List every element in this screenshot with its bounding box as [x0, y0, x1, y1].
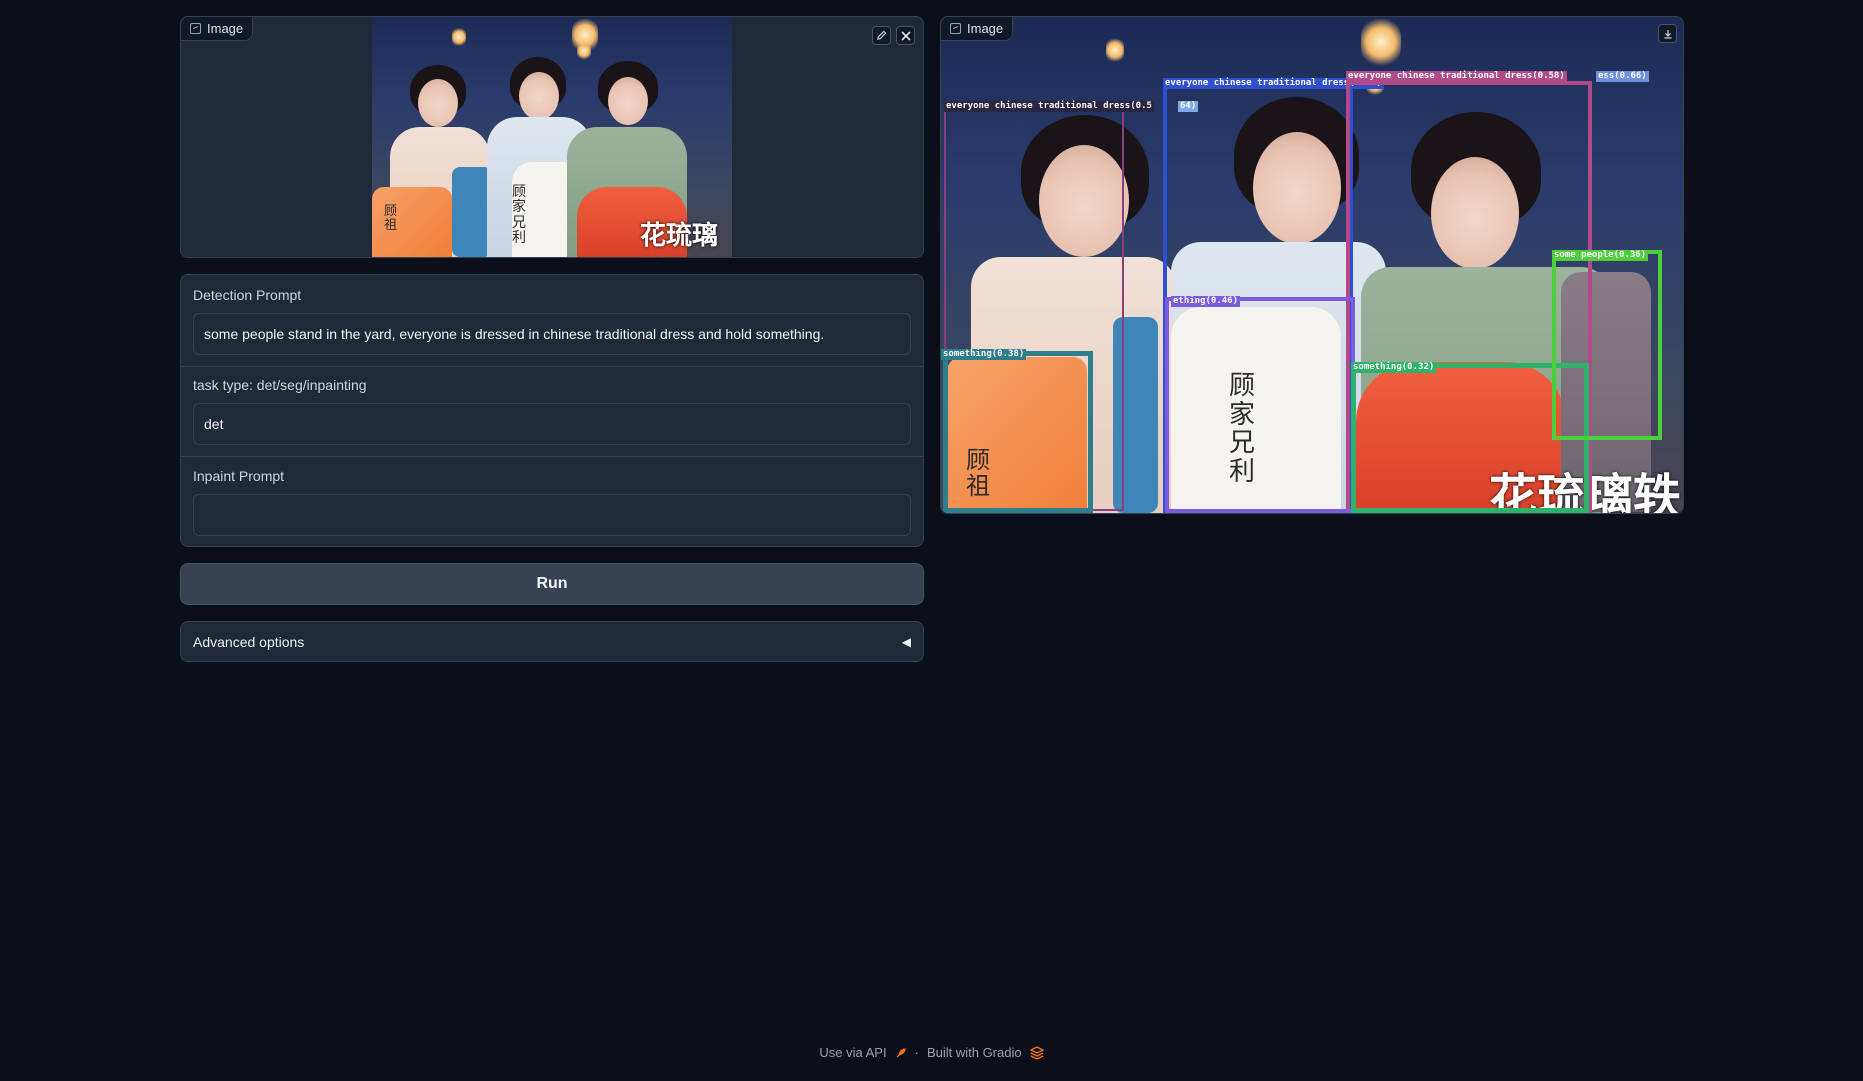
detection-prompt-label: Detection Prompt — [193, 287, 302, 303]
input-image-label: Image — [181, 17, 254, 41]
detection-box-some-people — [1552, 250, 1662, 440]
detection-box-something-middle — [1165, 297, 1355, 513]
watermark: 花琉璃轶 — [640, 221, 719, 251]
edit-button[interactable] — [872, 26, 891, 45]
input-photo: 顾 祖 顾 家 兄 利 花琉璃轶 — [372, 17, 732, 257]
advanced-options-accordion[interactable]: Advanced options ◀ — [180, 621, 924, 662]
close-icon — [900, 30, 911, 41]
output-image-label: Image — [941, 17, 1014, 41]
calligraphy-left: 顾 祖 — [384, 204, 398, 234]
footer-separator: · — [914, 1045, 919, 1060]
detection-label-something-middle: ething(0.46) — [1171, 296, 1241, 307]
image-icon — [950, 23, 961, 34]
clear-button[interactable] — [896, 26, 915, 45]
inpaint-prompt-label: Inpaint Prompt — [193, 468, 285, 484]
download-icon — [1664, 29, 1671, 39]
detection-prompt-input[interactable]: some people stand in the yard, everyone … — [193, 313, 911, 355]
rocket-icon — [896, 1047, 906, 1057]
calligraphy-middle: 顾 家 兄 利 — [512, 184, 526, 247]
detection-label-dress-right: everyone chinese traditional dress(0.58) — [1346, 71, 1567, 82]
input-image-panel[interactable]: Image 顾 祖 顾 家 兄 利 花琉璃轶 — [180, 16, 924, 258]
prompt-form: Detection Prompt some people stand in th… — [180, 274, 924, 547]
footer: Use via API · Built with Gradio — [0, 1045, 1863, 1060]
task-type-label: task type: det/seg/inpainting — [193, 377, 367, 393]
detection-label-dress-left: everyone chinese traditional dress(0.5 — [944, 101, 1154, 112]
run-button[interactable]: Run — [180, 563, 924, 605]
use-via-api-link[interactable]: Use via API — [819, 1045, 886, 1060]
inpaint-prompt-input[interactable] — [193, 494, 911, 536]
pencil-icon — [877, 30, 887, 40]
output-image-panel: 顾 祖 顾 家 兄 利 花琉璃轶 everyone chinese tradit… — [940, 16, 1684, 514]
gradio-logo-icon — [1029, 1045, 1044, 1060]
task-type-input[interactable]: det — [193, 403, 911, 445]
image-icon — [190, 23, 201, 34]
detection-label-something-right: something(0.32) — [1351, 362, 1437, 373]
collapse-arrow-icon: ◀ — [901, 634, 911, 649]
detection-box-something-left — [943, 351, 1093, 513]
detection-label-something-left: something(0.38) — [941, 349, 1027, 360]
download-button[interactable] — [1658, 24, 1677, 43]
built-with-gradio-link[interactable]: Built with Gradio — [927, 1045, 1022, 1060]
output-photo: 顾 祖 顾 家 兄 利 花琉璃轶 everyone chinese tradit… — [941, 17, 1683, 513]
detection-label-dress-far-right: ess(0.66) — [1596, 71, 1649, 82]
advanced-options-label: Advanced options — [193, 633, 305, 650]
detection-label-some-people: some people(0.36) — [1552, 250, 1649, 261]
